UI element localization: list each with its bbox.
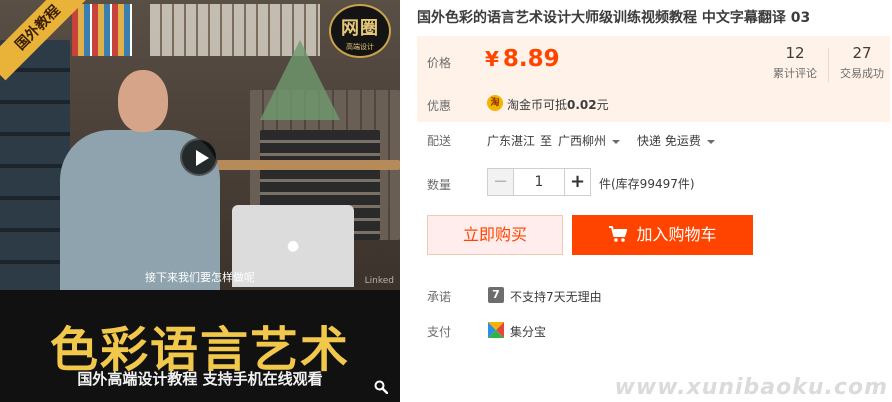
shipping-row: 配送 广东湛江 至 广西柳州 快递 免运费 [417,130,890,150]
promo-banner: 色彩语言艺术 国外高端设计教程 支持手机在线观看 [0,290,400,402]
banner-subtitle: 国外高端设计教程 支持手机在线观看 [77,370,323,388]
promo-amount: 0.02 [567,98,597,112]
promise-text: 不支持7天无理由 [510,290,602,304]
payment-row: 支付 集分宝 [417,322,890,342]
buy-now-button[interactable]: 立即购买 [427,215,563,255]
video-watermark: Linked [364,276,394,286]
seal-main-text: 网圈 [341,18,379,39]
shipping-method-select[interactable]: 快递 免运费 [637,132,715,149]
chevron-down-icon [612,139,621,144]
sales-stat: 27 交易成功 [832,44,892,81]
add-to-cart-label: 加入购物车 [636,225,717,244]
promise-label: 承诺 [427,290,452,304]
sales-label: 交易成功 [840,67,884,80]
reviews-label: 累计评论 [773,67,817,80]
reviews-stat[interactable]: 12 累计评论 [765,44,825,81]
payment-label: 支付 [427,325,452,339]
shipping-destination-select[interactable]: 广西柳州 [558,132,621,149]
price-row: 价格 ¥8.89 12 累计评论 27 交易成功 [417,36,890,86]
magnifier-icon[interactable] [374,380,388,394]
chevron-down-icon [706,139,715,144]
shipping-method: 快递 免运费 [637,134,701,148]
site-watermark: www.xunibaoku.com [614,375,888,400]
shipping-origin: 广东湛江 [487,134,536,148]
background-color-swatches [72,4,132,56]
presenter-head [118,70,168,132]
shipping-destination: 广西柳州 [558,134,607,148]
quantity-stepper: − + [487,168,591,196]
price-value: ¥8.89 [485,46,560,72]
product-title: 国外色彩的语言艺术设计大师级训练视频教程 中文字幕翻译 03 [417,10,811,26]
price-panel: 价格 ¥8.89 12 累计评论 27 交易成功 优惠 淘 淘金币可抵0.02元 [417,36,890,122]
product-gallery: ● 接下来我们要怎样做呢 Linked 国外教程 网圈 高端设计 色彩语言艺术 … [0,0,400,402]
price-label: 价格 [427,56,452,70]
cart-icon [609,226,628,242]
background-triangle [260,40,340,120]
promo-prefix: 淘金币可抵 [507,98,568,112]
stock-info: 件(库存99497件) [599,177,695,191]
shipping-label: 配送 [427,134,452,148]
shipping-to: 至 [540,134,553,148]
promise-row: 承诺 7 不支持7天无理由 [417,287,890,307]
quantity-label: 数量 [427,178,452,192]
video-subtitle: 接下来我们要怎样做呢 [145,271,255,284]
reviews-count: 12 [785,44,805,62]
quantity-row: 数量 − + 件(库存99497件) [417,168,890,198]
price-currency: ¥ [485,47,499,71]
price-number: 8.89 [502,46,560,72]
promo-row: 优惠 淘 淘金币可抵0.02元 [417,92,890,118]
seal-sub-text: 高端设计 [346,43,374,51]
play-icon[interactable] [180,138,218,176]
add-to-cart-button[interactable]: 加入购物车 [572,215,753,255]
promo-suffix: 元 [596,98,609,112]
taobao-coin-icon: 淘 [487,95,503,111]
apple-icon: ● [287,238,300,254]
promo-text: 淘金币可抵0.02元 [507,96,609,113]
quantity-input[interactable] [514,169,564,195]
promo-label: 优惠 [427,99,452,113]
stat-divider [828,48,829,82]
increase-button[interactable]: + [564,169,590,195]
jifenbao-icon [488,322,504,338]
sales-count: 27 [852,44,872,62]
seven-day-icon: 7 [488,287,504,303]
brand-seal: 网圈 高端设计 [329,4,391,58]
payment-text: 集分宝 [510,325,547,339]
decrease-button[interactable]: − [488,169,514,195]
